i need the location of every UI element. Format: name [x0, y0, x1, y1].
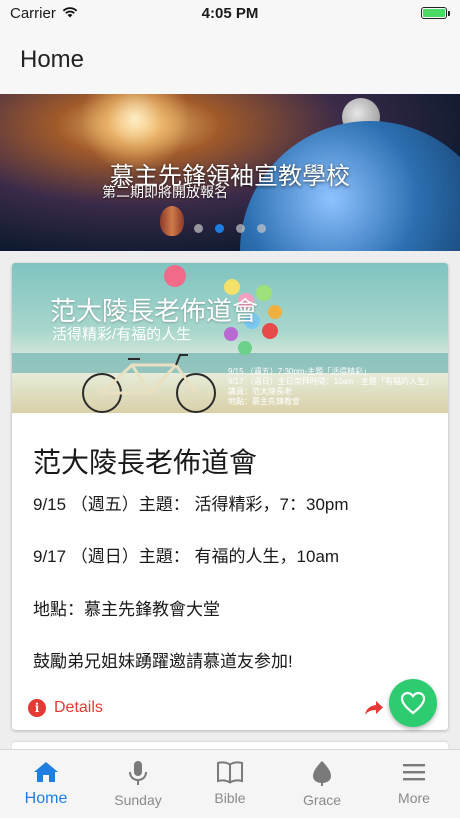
- event-line-location: 地點：慕主先鋒教會大堂: [33, 600, 220, 619]
- tab-label: Bible: [214, 790, 246, 806]
- bicycle-illustration: [82, 354, 216, 413]
- poster-info: 9/15 （週五）7:30pm-主題「活得精彩」 9/17 （週日）主日崇拜時間…: [228, 367, 433, 407]
- book-icon: [217, 761, 243, 784]
- menu-icon: [403, 764, 425, 781]
- carousel-dot-active[interactable]: [215, 224, 224, 233]
- carrier-group: Carrier: [10, 5, 78, 22]
- tab-bar: Home Sunday Bible Grace More: [0, 749, 460, 818]
- balloon-shape: [238, 341, 252, 355]
- poster-info-line: 地點：慕主先鋒教會: [228, 397, 300, 406]
- poster-info-line: 9/15 （週五）7:30pm-主題「活得精彩」: [228, 367, 372, 376]
- event-line-date-2: 9/17 （週日）主題： 有福的人生，10am: [33, 547, 340, 566]
- tab-label: Home: [24, 790, 68, 807]
- carousel-dot[interactable]: [257, 224, 266, 233]
- banner-subtitle: 第二期即將開放報名: [102, 184, 228, 200]
- favorite-fab[interactable]: [389, 679, 437, 727]
- carrier-label: Carrier: [10, 4, 56, 22]
- status-bar: Carrier 4:05 PM: [0, 0, 460, 26]
- carousel-pagination: [0, 224, 460, 233]
- poster-info-line: 講員：范大陵長老: [228, 387, 292, 396]
- carousel-dot[interactable]: [236, 224, 245, 233]
- tab-label: Grace: [302, 792, 342, 808]
- heart-icon: [400, 691, 426, 715]
- wifi-icon: [62, 5, 78, 22]
- banner-title: 慕主先鋒領袖宣教學校: [110, 163, 350, 190]
- poster-info-line: 9/17 （週日）主日崇拜時間：10am - 主題「有福的人生」: [228, 377, 433, 386]
- microphone-icon: [129, 761, 147, 785]
- share-icon[interactable]: [364, 699, 384, 722]
- carousel-dot[interactable]: [194, 224, 203, 233]
- leaf-icon: [313, 761, 331, 786]
- home-icon: [34, 762, 58, 782]
- tab-label: Sunday: [114, 792, 162, 808]
- event-poster-image: 范大陵長老佈道會 活得精彩/有福的人生 9/15 （週五）7:30pm-主題「活…: [12, 263, 448, 413]
- poster-subtitle: 活得精彩/有福的人生: [52, 326, 192, 343]
- balloon-shape: [268, 305, 282, 319]
- balloon-shape: [164, 265, 186, 287]
- event-line-date-1: 9/15 （週五）主題： 活得精彩，7：30pm: [33, 495, 349, 514]
- details-button[interactable]: i Details: [28, 699, 103, 717]
- event-title: 范大陵長老佈道會: [33, 447, 258, 478]
- event-card[interactable]: 范大陵長老佈道會 活得精彩/有福的人生 9/15 （週五）7:30pm-主題「活…: [12, 263, 448, 730]
- info-icon: i: [28, 699, 46, 717]
- battery-icon: [421, 7, 450, 19]
- tab-home[interactable]: Home: [0, 750, 92, 818]
- balloon-shape: [256, 285, 272, 301]
- tab-grace[interactable]: Grace: [276, 750, 368, 818]
- nav-header: Home: [0, 26, 460, 94]
- tab-more[interactable]: More: [368, 750, 460, 818]
- balloon-shape: [262, 323, 278, 339]
- page-title: Home: [20, 46, 85, 73]
- card-actions: i Details: [12, 691, 448, 727]
- details-label: Details: [54, 699, 103, 716]
- tab-bible[interactable]: Bible: [184, 750, 276, 818]
- balloon-shape: [224, 327, 238, 341]
- tab-label: More: [398, 790, 430, 806]
- tab-sunday[interactable]: Sunday: [92, 750, 184, 818]
- event-line-invite: 鼓勵弟兄姐妹踴躍邀請慕道友参加!: [33, 652, 293, 671]
